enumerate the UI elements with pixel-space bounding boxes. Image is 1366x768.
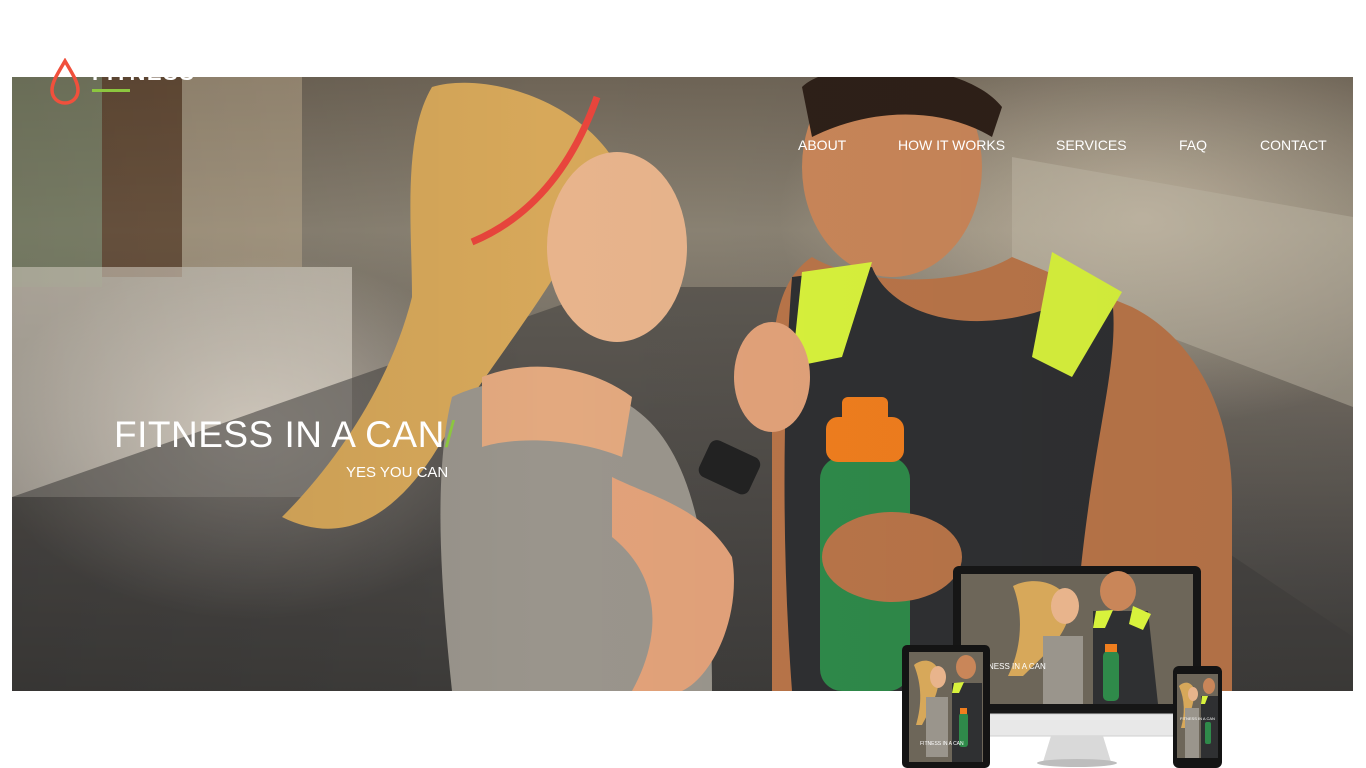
- nav-item-services[interactable]: SERVICES: [1056, 137, 1127, 153]
- hero-subtitle: YES YOU CAN: [346, 464, 449, 481]
- tablet-graphic: [902, 645, 990, 768]
- monitor-mockup: NESS IN A CAN: [953, 566, 1201, 768]
- tablet-caption: FITNESS IN A CAN: [920, 741, 964, 747]
- nav-item-how-it-works[interactable]: HOW IT WORKS: [898, 137, 1005, 153]
- hero-title-slash: /: [444, 414, 456, 455]
- hero-title-text: FITNESS IN A CAN: [114, 414, 445, 455]
- hero-title: FITNESS IN A CAN/: [114, 414, 456, 456]
- main-nav: ABOUT HOW IT WORKS SERVICES FAQ CONTACT: [0, 60, 1366, 153]
- phone-caption: FITNESS IN A CAN: [1180, 716, 1215, 721]
- tablet-mockup: FITNESS IN A CAN: [902, 645, 990, 768]
- phone-mockup: FITNESS IN A CAN: [1173, 666, 1222, 768]
- brand-underline: [92, 89, 130, 92]
- nav-item-about[interactable]: ABOUT: [798, 137, 846, 153]
- nav-item-faq[interactable]: FAQ: [1179, 137, 1207, 153]
- nav-item-contact[interactable]: CONTACT: [1260, 137, 1327, 153]
- monitor-caption: NESS IN A CAN: [988, 662, 1046, 671]
